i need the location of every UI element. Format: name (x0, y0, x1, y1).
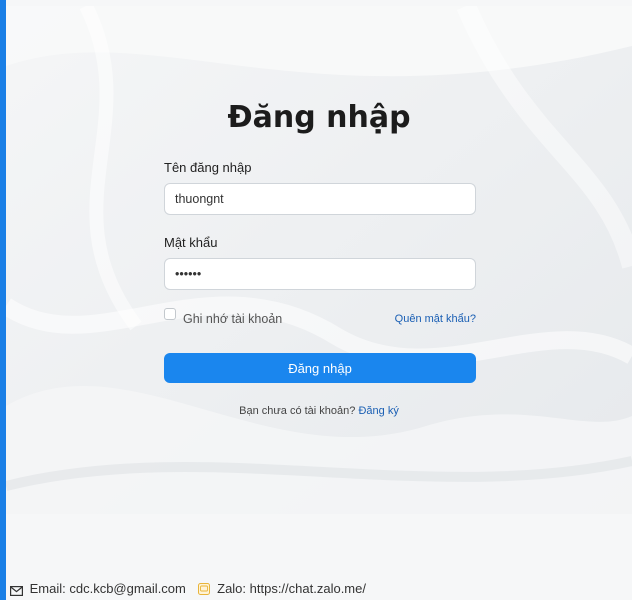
password-label: Mật khẩu (164, 235, 218, 250)
signup-prompt: Bạn chưa có tài khoản? (239, 405, 356, 417)
signup-row: Bạn chưa có tài khoản? Đăng ký (6, 405, 632, 417)
password-input[interactable] (164, 258, 476, 290)
username-input[interactable] (164, 183, 476, 215)
username-label: Tên đăng nhập (164, 160, 252, 175)
mail-icon (10, 584, 24, 596)
remember-row: Ghi nhớ tài khoản Quên mật khẩu? (164, 308, 476, 328)
remember-label: Ghi nhớ tài khoản (183, 312, 283, 326)
login-button[interactable]: Đăng nhập (164, 353, 476, 383)
footer-zalo: Zalo: https://chat.zalo.me/ (217, 581, 366, 597)
signup-link[interactable]: Đăng ký (358, 405, 398, 417)
footer: Email: cdc.kcb@gmail.com Zalo: https://c… (10, 580, 366, 598)
forgot-password-link[interactable]: Quên mật khẩu? (395, 313, 476, 325)
login-page: Đăng nhập Tên đăng nhập Mật khẩu Ghi nhớ… (0, 0, 632, 600)
page-title: Đăng nhập (227, 100, 411, 135)
zalo-icon (197, 582, 210, 595)
remember-checkbox[interactable] (164, 308, 176, 320)
footer-email: Email: cdc.kcb@gmail.com (29, 581, 186, 597)
